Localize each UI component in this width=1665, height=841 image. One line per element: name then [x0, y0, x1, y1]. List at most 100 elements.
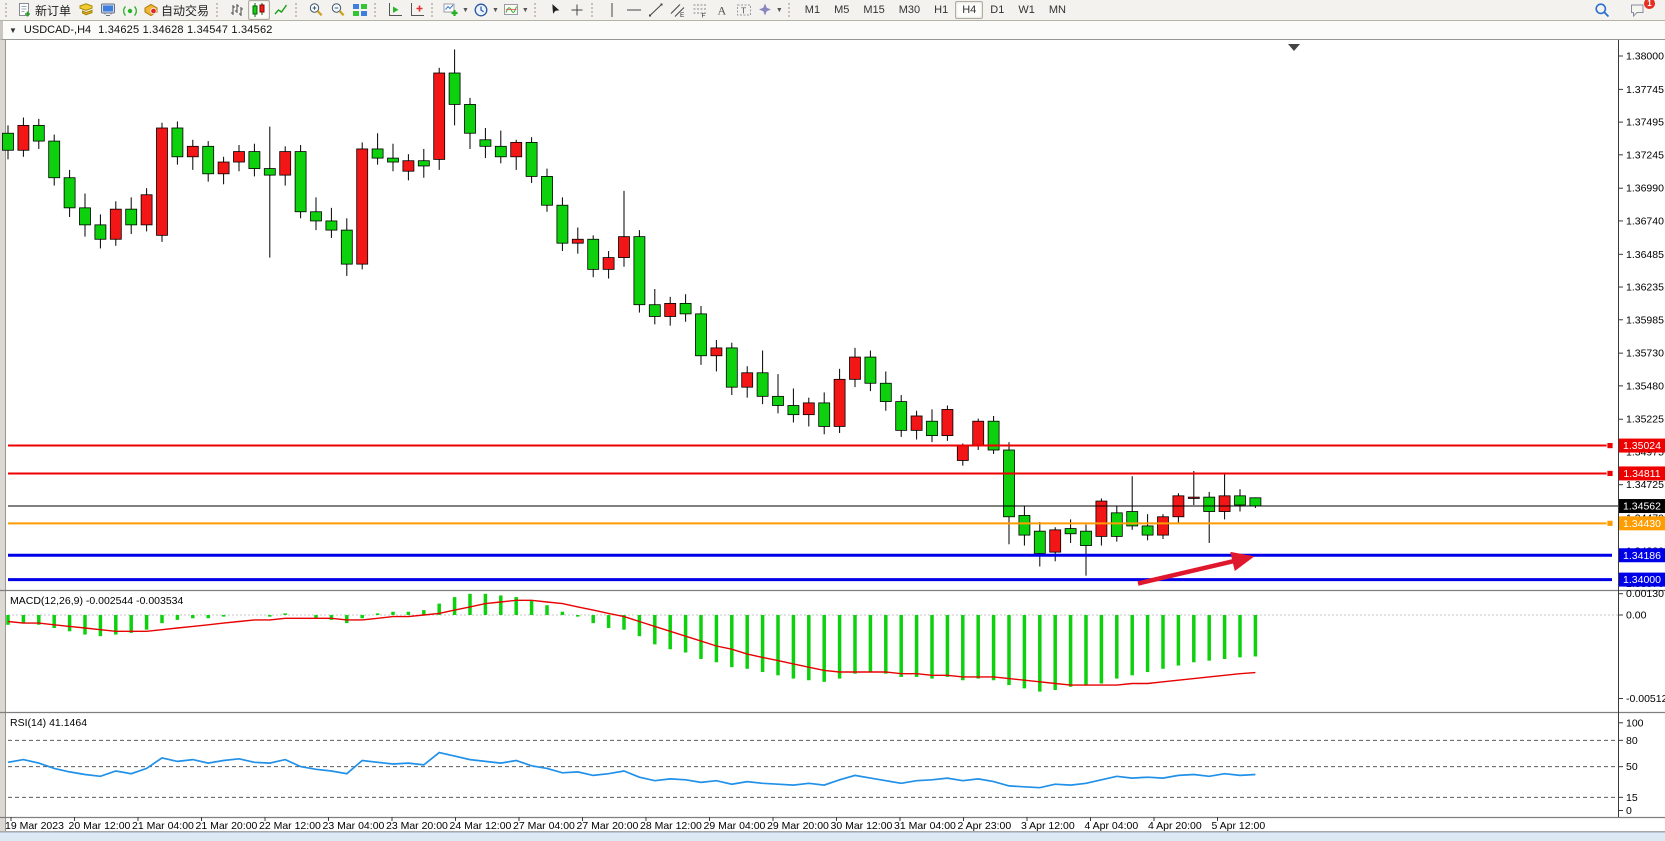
- rsi-tick-label: 15: [1626, 792, 1638, 804]
- tile-windows-button[interactable]: [349, 0, 371, 20]
- timeframe-d1-button[interactable]: D1: [983, 1, 1011, 19]
- line-chart-icon: [273, 2, 289, 18]
- timeframe-h1-button[interactable]: H1: [927, 1, 955, 19]
- line-chart-button[interactable]: [270, 0, 292, 20]
- rsi-tick-label: 80: [1626, 735, 1638, 747]
- candle-body: [542, 176, 553, 205]
- timeframe-mn-button[interactable]: MN: [1042, 1, 1073, 19]
- chart-collapse-icon[interactable]: ▼: [9, 26, 17, 35]
- text-label-icon: T: [736, 2, 752, 18]
- candle-body: [957, 446, 968, 460]
- chart-canvas[interactable]: MACD(12,26,9) -0.002544 -0.003534RSI(14)…: [0, 40, 1665, 832]
- timeframe-m15-button[interactable]: M15: [856, 1, 891, 19]
- chart-shift-button[interactable]: [406, 0, 428, 20]
- candle-body: [788, 406, 799, 415]
- text-button[interactable]: A: [711, 0, 733, 20]
- chevron-down-icon[interactable]: ▼: [462, 7, 469, 14]
- templates-button[interactable]: ▼: [501, 0, 531, 20]
- price-tick-label: 1.36740: [1626, 215, 1664, 227]
- timeframe-w1-button[interactable]: W1: [1011, 1, 1042, 19]
- time-tick-label: 2 Apr 23:00: [958, 820, 1012, 832]
- zoom-out-icon: [330, 2, 346, 18]
- timeframe-h4-button[interactable]: H4: [955, 1, 983, 19]
- candle-body: [973, 421, 984, 446]
- arrows-button[interactable]: ▼: [755, 0, 785, 20]
- candlestick-icon: [251, 2, 267, 18]
- time-tick-label: 5 Apr 12:00: [1212, 820, 1266, 832]
- vertical-line-icon: [604, 2, 620, 18]
- bar-chart-button[interactable]: [226, 0, 248, 20]
- rsi-tick-label: 100: [1626, 717, 1644, 729]
- candle-body: [187, 146, 198, 156]
- candlestick-button[interactable]: [248, 0, 270, 20]
- time-tick-label: 3 Apr 12:00: [1021, 820, 1075, 832]
- crosshair-button[interactable]: [566, 0, 588, 20]
- text-label-button[interactable]: T: [733, 0, 755, 20]
- chart-profile-icon: [78, 2, 94, 18]
- candle-body: [418, 161, 429, 166]
- timeframe-m5-button[interactable]: M5: [827, 1, 856, 19]
- macd-label: MACD(12,26,9) -0.002544 -0.003534: [10, 595, 184, 607]
- window-left-edge: [0, 40, 5, 832]
- price-tick-label: 1.37245: [1626, 149, 1664, 161]
- auto-trading-button[interactable]: 自动交易: [141, 0, 213, 20]
- chart-titlebar: ▼ USDCAD-,H4 1.34625 1.34628 1.34547 1.3…: [0, 21, 1665, 40]
- candle-body: [696, 314, 707, 356]
- vertical-line-button[interactable]: [601, 0, 623, 20]
- toolbar-grip: [216, 3, 222, 17]
- price-tick-label: 1.35730: [1626, 348, 1664, 360]
- zoom-out-button[interactable]: [327, 0, 349, 20]
- svg-text:F: F: [701, 13, 705, 19]
- toolbar-grip: [788, 3, 794, 17]
- candle-body: [18, 125, 29, 150]
- horizontal-line-button[interactable]: [623, 0, 645, 20]
- hline-end-marker[interactable]: [1607, 470, 1613, 476]
- trendline-button[interactable]: [645, 0, 667, 20]
- equidistant-channel-button[interactable]: E: [667, 0, 689, 20]
- price-tick-label: 1.35225: [1626, 414, 1664, 426]
- toolbar-grip: [534, 3, 540, 17]
- macd-tick-label: -0.005123: [1626, 693, 1665, 705]
- candle-body: [1158, 517, 1169, 535]
- candle-body: [372, 149, 383, 158]
- candle-body: [64, 178, 75, 208]
- chevron-down-icon[interactable]: ▼: [522, 7, 529, 14]
- fibonacci-button[interactable]: F: [689, 0, 711, 20]
- time-tick-label: 30 Mar 12:00: [831, 820, 893, 832]
- notifications-button[interactable]: 1: [1627, 0, 1649, 20]
- chart-profile-button[interactable]: [75, 0, 97, 20]
- chevron-down-icon[interactable]: ▼: [492, 7, 499, 14]
- price-tick-label: 1.36990: [1626, 183, 1664, 195]
- indicators-button[interactable]: ▼: [441, 0, 471, 20]
- hline-end-marker[interactable]: [1607, 520, 1613, 526]
- time-tick-label: 20 Mar 12:00: [69, 820, 131, 832]
- candle-body: [803, 403, 814, 415]
- arrows-icon: [757, 2, 773, 18]
- search-button[interactable]: [1591, 0, 1613, 20]
- candle-body: [742, 373, 753, 387]
- timeframe-m1-button[interactable]: M1: [798, 1, 827, 19]
- terminal-button[interactable]: [97, 0, 119, 20]
- signal-button[interactable]: [119, 0, 141, 20]
- timeframe-m30-button[interactable]: M30: [892, 1, 927, 19]
- periods-button[interactable]: ▼: [471, 0, 501, 20]
- zoom-in-button[interactable]: [305, 0, 327, 20]
- new-order-button[interactable]: 新订单: [15, 0, 75, 20]
- toolbar-grip: [295, 3, 301, 17]
- candle-body: [911, 416, 922, 430]
- candle-body: [680, 303, 691, 313]
- periods-icon: [473, 2, 489, 18]
- candle-body: [434, 73, 445, 159]
- hline-end-marker[interactable]: [1607, 443, 1613, 449]
- chevron-down-icon[interactable]: ▼: [776, 7, 783, 14]
- time-tick-label: 28 Mar 12:00: [640, 820, 702, 832]
- cursor-button[interactable]: [544, 0, 566, 20]
- price-tick-label: 1.36235: [1626, 282, 1664, 294]
- price-tick-label: 1.37495: [1626, 117, 1664, 129]
- candle-body: [1081, 531, 1092, 545]
- auto-scroll-button[interactable]: [384, 0, 406, 20]
- candle-body: [634, 237, 645, 305]
- candle-body: [834, 379, 845, 426]
- candle-body: [403, 161, 414, 171]
- current-price-badge-text: 1.34562: [1623, 501, 1661, 513]
